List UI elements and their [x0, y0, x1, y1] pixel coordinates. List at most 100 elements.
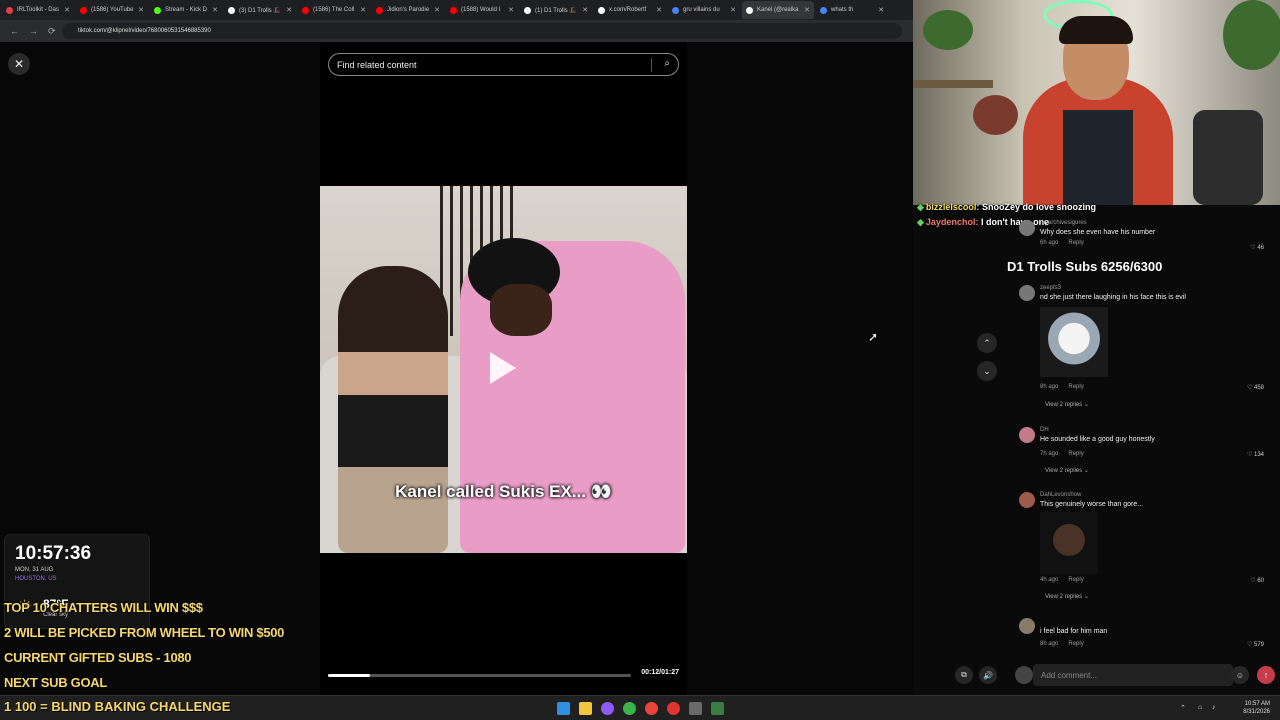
like-count[interactable]: ♡ 46: [1250, 244, 1264, 251]
app-icon[interactable]: [689, 702, 702, 715]
like-count-value: 458: [1253, 385, 1264, 391]
comment-text: i feel bad for him man: [1040, 628, 1108, 635]
tab-favicon-icon: [228, 6, 235, 14]
like-count[interactable]: ♡ 458: [1247, 384, 1264, 391]
user-avatar: [1015, 666, 1033, 684]
tab-label: (1588) Would I: [461, 7, 501, 13]
start-icon[interactable]: [557, 702, 570, 715]
comment-author[interactable]: DahLevonshow: [1040, 492, 1081, 498]
app-icon[interactable]: [601, 702, 614, 715]
close-video-button[interactable]: ✕: [8, 53, 30, 75]
browser-tab[interactable]: x.com/Robertf ✕: [594, 1, 666, 19]
tab-close-icon[interactable]: ✕: [656, 6, 662, 14]
tab-close-icon[interactable]: ✕: [508, 6, 514, 14]
browser-tab[interactable]: (1) D1 Trolls 🎩 ✕: [520, 1, 592, 19]
like-count[interactable]: ♡ 60: [1250, 577, 1264, 584]
tab-close-icon[interactable]: ✕: [64, 6, 70, 14]
app-icon[interactable]: [623, 702, 636, 715]
woman-figure: [338, 266, 448, 553]
view-replies-button[interactable]: View 2 replies ⌄: [1045, 467, 1089, 474]
tab-close-icon[interactable]: ✕: [878, 6, 884, 14]
avatar[interactable]: [1019, 220, 1035, 236]
avatar[interactable]: [1019, 427, 1035, 443]
send-comment-button[interactable]: ↑: [1257, 666, 1275, 684]
video-progress-bar[interactable]: [328, 674, 631, 677]
back-button[interactable]: ←: [10, 26, 19, 36]
previous-video-button[interactable]: ⌃: [977, 333, 997, 353]
tab-close-icon[interactable]: ✕: [138, 6, 144, 14]
comment-age: 8h ago: [1040, 641, 1059, 647]
comment-author[interactable]: myarchivesigures: [1040, 220, 1087, 226]
tab-label: gru villains du: [683, 7, 720, 13]
video-player[interactable]: Find related content ⌕ Kanel called Suki…: [320, 42, 687, 695]
comment-image-man[interactable]: [1040, 512, 1098, 574]
forward-button[interactable]: →: [29, 26, 38, 36]
network-icon[interactable]: ⌂: [1198, 704, 1202, 711]
like-count[interactable]: ♡ 134: [1247, 451, 1264, 458]
browser-tab[interactable]: whats th ✕: [816, 1, 888, 19]
reply-button[interactable]: Reply: [1068, 451, 1083, 457]
tab-close-icon[interactable]: ✕: [582, 6, 588, 14]
tab-close-icon[interactable]: ✕: [730, 6, 736, 14]
next-video-button[interactable]: ⌄: [977, 361, 997, 381]
video-frame[interactable]: Kanel called Sukis EX... 👀: [320, 186, 687, 553]
browser-tab[interactable]: (1586) YouTube ✕: [76, 1, 148, 19]
comment-input[interactable]: Add comment...: [1033, 664, 1233, 686]
system-clock[interactable]: 10:57 AM 8/31/2026: [1243, 700, 1270, 716]
reload-button[interactable]: ⟳: [48, 26, 56, 37]
browser-tab[interactable]: Jidion's Parodie ✕: [372, 1, 444, 19]
tab-close-icon[interactable]: ✕: [286, 6, 292, 14]
browser-tab[interactable]: (3) D1 Trolls 🎩 ✕: [224, 1, 296, 19]
app-icon[interactable]: [667, 702, 680, 715]
like-count[interactable]: ♡ 579: [1247, 641, 1264, 648]
volume-icon[interactable]: ♪: [1212, 704, 1216, 711]
chrome-icon[interactable]: [645, 702, 658, 715]
play-icon[interactable]: [490, 352, 516, 384]
browser-tab[interactable]: (1586) The Coll ✕: [298, 1, 370, 19]
browser-tab[interactable]: IRLToolkit - Das ✕: [2, 1, 74, 19]
clock-date: MON, 31 AUG: [15, 567, 54, 573]
reply-button[interactable]: Reply: [1068, 641, 1083, 647]
tab-favicon-icon: [80, 6, 87, 14]
video-time: 00:12/01:27: [641, 669, 679, 676]
browser-tab[interactable]: Kanel (@realka ✕: [742, 1, 814, 19]
comment-meta: 8h ago Reply: [1040, 384, 1084, 390]
avatar[interactable]: [1019, 285, 1035, 301]
reply-button[interactable]: Reply: [1068, 577, 1083, 583]
comment-age: 6h ago: [1040, 240, 1059, 246]
tab-close-icon[interactable]: ✕: [434, 6, 440, 14]
search-input[interactable]: Find related content ⌕: [328, 53, 679, 76]
chevron-up-icon[interactable]: ⌃: [1180, 704, 1186, 712]
tab-label: (1586) The Coll: [313, 7, 355, 13]
plant: [1223, 0, 1280, 70]
avatar[interactable]: [1019, 618, 1035, 634]
tab-close-icon[interactable]: ✕: [804, 6, 810, 14]
reply-button[interactable]: Reply: [1068, 384, 1083, 390]
view-replies-button[interactable]: View 2 replies ⌄: [1045, 401, 1089, 408]
comment-meta: 4h ago Reply: [1040, 577, 1084, 583]
volume-icon[interactable]: 🔊: [979, 666, 997, 684]
subs-goal: D1 Trolls Subs 6256/6300: [1007, 259, 1163, 274]
browser-tab[interactable]: gru villains du ✕: [668, 1, 740, 19]
tab-favicon-icon: [820, 6, 827, 14]
search-icon[interactable]: ⌕: [664, 58, 670, 69]
tab-close-icon[interactable]: ✕: [360, 6, 366, 14]
app-icon[interactable]: [711, 702, 724, 715]
comment-author[interactable]: zeepts3: [1040, 285, 1061, 291]
comment-text: This genuinely worse than gore...: [1040, 501, 1144, 508]
tab-close-icon[interactable]: ✕: [212, 6, 218, 14]
system-date: 8/31/2026: [1243, 709, 1270, 715]
like-count-value: 46: [1257, 245, 1264, 251]
url-field[interactable]: tiktok.com/@klipnel/video/76800605315468…: [62, 23, 902, 39]
file-explorer-icon[interactable]: [579, 702, 592, 715]
reply-button[interactable]: Reply: [1068, 240, 1083, 246]
copy-link-icon[interactable]: ⧉: [955, 666, 973, 684]
comment-image-wolf[interactable]: [1040, 307, 1108, 377]
browser-tab[interactable]: (1588) Would I ✕: [446, 1, 518, 19]
comment-author[interactable]: DH: [1040, 427, 1049, 433]
emoji-icon[interactable]: ☺: [1231, 666, 1249, 684]
browser-tab[interactable]: Stream - Kick D ✕: [150, 1, 222, 19]
view-replies-button[interactable]: View 2 replies ⌄: [1045, 593, 1089, 600]
comment-item: i feel bad for him man 8h ago Reply ♡ 579: [1019, 618, 1264, 650]
avatar[interactable]: [1019, 492, 1035, 508]
